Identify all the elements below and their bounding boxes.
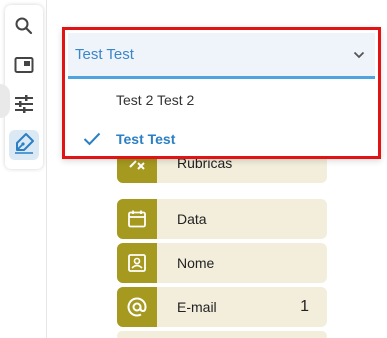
signer-option-label: Test Test xyxy=(116,131,176,147)
field-count: 1 xyxy=(300,298,309,315)
search-button[interactable] xyxy=(9,13,39,43)
id-card-icon xyxy=(117,243,157,283)
rail-divider xyxy=(46,0,47,338)
panel-button[interactable] xyxy=(9,52,39,82)
field-item-nome[interactable]: Nome xyxy=(117,243,327,283)
pen-icon xyxy=(13,132,35,159)
signature-tool-button[interactable] xyxy=(9,130,39,160)
field-label: E-mail xyxy=(177,299,217,315)
signer-option[interactable]: Test 2 Test 2 xyxy=(68,82,375,118)
collapsed-panel-handle xyxy=(0,84,10,118)
signer-option-selected[interactable]: Test Test xyxy=(68,121,375,157)
tool-rail-card xyxy=(5,5,43,169)
signer-select-value: Test Test xyxy=(75,46,134,63)
field-item-partial xyxy=(117,331,327,338)
tool-rail xyxy=(0,0,46,338)
chevron-down-icon xyxy=(353,51,365,59)
field-label: Nome xyxy=(177,255,215,271)
field-item-email[interactable]: E-mail 1 xyxy=(117,287,327,327)
signer-dropdown: Test Test Test 2 Test 2 Test Test xyxy=(62,27,381,159)
field-item-data[interactable]: Data xyxy=(117,199,327,239)
panel-icon xyxy=(14,56,34,79)
settings-button[interactable] xyxy=(9,91,39,121)
signer-select[interactable]: Test Test xyxy=(68,33,375,79)
check-icon xyxy=(68,132,116,146)
at-icon xyxy=(117,287,157,327)
search-icon xyxy=(14,16,34,41)
calendar-icon xyxy=(117,199,157,239)
sliders-icon xyxy=(14,94,34,118)
field-label: Data xyxy=(177,211,207,227)
signer-option-label: Test 2 Test 2 xyxy=(116,92,195,108)
